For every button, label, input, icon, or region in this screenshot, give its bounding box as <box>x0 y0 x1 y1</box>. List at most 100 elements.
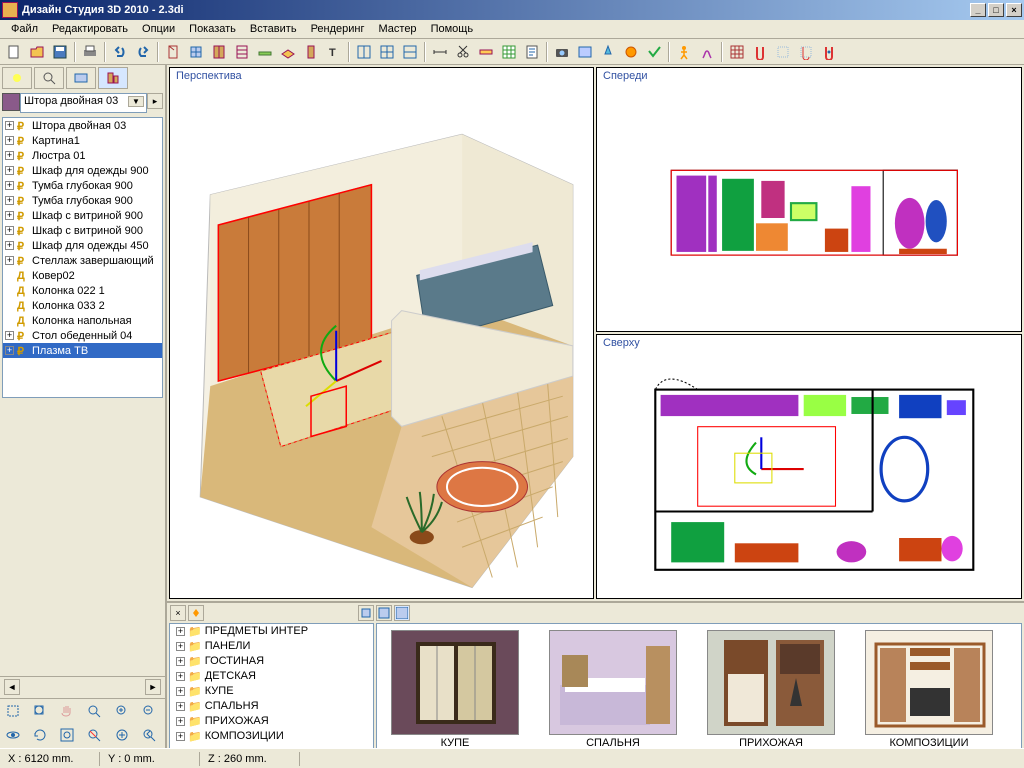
menu-show[interactable]: Показать <box>182 21 243 37</box>
apply-icon[interactable] <box>643 41 665 63</box>
thumb-kupe[interactable]: КУПЕ <box>391 630 519 748</box>
menu-wizard[interactable]: Мастер <box>372 21 424 37</box>
layout3-icon[interactable] <box>399 41 421 63</box>
catalog-folder[interactable]: +📁 ГОСТИНАЯ <box>170 654 373 669</box>
open-icon[interactable] <box>26 41 48 63</box>
viewport-perspective[interactable]: Перспектива <box>169 67 594 599</box>
lp-tab-objects[interactable] <box>98 67 128 89</box>
zoom-all-icon[interactable] <box>110 724 134 746</box>
snap2-icon[interactable] <box>772 41 794 63</box>
tree-item[interactable]: +₽Штора двойная 03 <box>3 118 162 133</box>
catalog-folder[interactable]: +📁 ПАНЕЛИ <box>170 639 373 654</box>
thumb-prihozhaya[interactable]: ПРИХОЖАЯ <box>707 630 835 748</box>
human-icon[interactable] <box>673 41 695 63</box>
tree-item[interactable]: +₽Шкаф для одежды 900 <box>3 163 162 178</box>
zoom-sel-icon[interactable] <box>82 724 106 746</box>
catalog-pin-button[interactable] <box>188 605 204 621</box>
catalog-folder[interactable]: +📁 СПАЛЬНЯ <box>170 699 373 714</box>
zoom-prev-icon[interactable] <box>137 724 161 746</box>
dimension-icon[interactable] <box>429 41 451 63</box>
light-icon[interactable] <box>597 41 619 63</box>
new-icon[interactable] <box>3 41 25 63</box>
tree-item[interactable]: ДКовер02 <box>3 268 162 283</box>
cut-icon[interactable] <box>452 41 474 63</box>
lp-tab-light[interactable] <box>2 67 32 89</box>
menu-edit[interactable]: Редактировать <box>45 21 135 37</box>
door-icon[interactable] <box>162 41 184 63</box>
snap4-icon[interactable] <box>818 41 840 63</box>
pan-icon[interactable] <box>55 700 79 722</box>
zoom-out-icon[interactable] <box>137 700 161 722</box>
nav-left-button[interactable]: ◄ <box>4 679 20 695</box>
zoom-in-icon[interactable] <box>110 700 134 722</box>
catalog-folder[interactable]: +📁 КОМПОЗИЦИИ <box>170 729 373 744</box>
print-icon[interactable] <box>79 41 101 63</box>
catalog-folder[interactable]: +📁 КУПЕ <box>170 684 373 699</box>
tree-item[interactable]: +₽Тумба глубокая 900 <box>3 193 162 208</box>
lp-tab-wall[interactable] <box>66 67 96 89</box>
worktop-icon[interactable] <box>254 41 276 63</box>
menu-insert[interactable]: Вставить <box>243 21 304 37</box>
tree-item[interactable]: ДКолонка 033 2 <box>3 298 162 313</box>
viewport-front[interactable]: Спереди <box>596 67 1022 332</box>
thumb-large-icon[interactable] <box>394 605 410 621</box>
material-swatch[interactable] <box>2 93 20 111</box>
catalog-folder[interactable]: +📁 ПРЕДМЕТЫ ИНТЕР <box>170 624 373 639</box>
thumb-small-icon[interactable] <box>358 605 374 621</box>
material-icon[interactable] <box>620 41 642 63</box>
layout2-icon[interactable] <box>376 41 398 63</box>
tree-item[interactable]: +₽Плазма ТВ <box>3 343 162 358</box>
select-tool-icon[interactable] <box>1 700 25 722</box>
camera-icon[interactable] <box>551 41 573 63</box>
tree-item[interactable]: +₽Картина1 <box>3 133 162 148</box>
viewport-top[interactable]: Сверху <box>596 334 1022 599</box>
tree-item[interactable]: ДКолонка 022 1 <box>3 283 162 298</box>
thumb-spalnya[interactable]: СПАЛЬНЯ <box>549 630 677 748</box>
nav-right-button[interactable]: ► <box>145 679 161 695</box>
catalog-folder[interactable]: +📁 ПРИХОЖАЯ <box>170 714 373 729</box>
tree-item[interactable]: ДКолонка напольная <box>3 313 162 328</box>
menu-help[interactable]: Помощь <box>424 21 481 37</box>
text-icon[interactable]: T <box>323 41 345 63</box>
walk-icon[interactable] <box>696 41 718 63</box>
orbit-icon[interactable] <box>1 724 25 746</box>
close-button[interactable]: × <box>1006 3 1022 17</box>
save-icon[interactable] <box>49 41 71 63</box>
zoom-icon[interactable] <box>82 700 106 722</box>
tree-item[interactable]: +₽Стол обеденный 04 <box>3 328 162 343</box>
report-icon[interactable] <box>521 41 543 63</box>
catalog-tree[interactable]: +📁 ПРЕДМЕТЫ ИНТЕР+📁 ПАНЕЛИ+📁 ГОСТИНАЯ +📁 … <box>169 623 374 748</box>
lp-tab-search[interactable] <box>34 67 64 89</box>
grid-icon[interactable] <box>726 41 748 63</box>
render-icon[interactable] <box>574 41 596 63</box>
select-extra-button[interactable]: ▸ <box>147 93 163 109</box>
menu-render[interactable]: Рендеринг <box>304 21 372 37</box>
thumb-med-icon[interactable] <box>376 605 392 621</box>
tree-item[interactable]: +₽Люстра 01 <box>3 148 162 163</box>
scene-tree[interactable]: +₽Штора двойная 03+₽Картина1+₽Люстра 01+… <box>2 117 163 398</box>
minimize-button[interactable]: _ <box>970 3 986 17</box>
zoom-window-icon[interactable] <box>28 700 52 722</box>
thumb-kompozicii[interactable]: КОМПОЗИЦИИ <box>865 630 993 748</box>
menu-file[interactable]: Файл <box>4 21 45 37</box>
undo-icon[interactable] <box>109 41 131 63</box>
tree-item[interactable]: +₽Шкаф с витриной 900 <box>3 208 162 223</box>
window-icon[interactable] <box>185 41 207 63</box>
tree-item[interactable]: +₽Стеллаж завершающий <box>3 253 162 268</box>
layout1-icon[interactable] <box>353 41 375 63</box>
shelf-icon[interactable] <box>231 41 253 63</box>
snap1-icon[interactable] <box>749 41 771 63</box>
measure-icon[interactable] <box>475 41 497 63</box>
snap3-icon[interactable] <box>795 41 817 63</box>
fit-icon[interactable] <box>55 724 79 746</box>
spreadsheet-icon[interactable] <box>498 41 520 63</box>
tree-item[interactable]: +₽Тумба глубокая 900 <box>3 178 162 193</box>
panel-icon[interactable] <box>300 41 322 63</box>
redo-icon[interactable] <box>132 41 154 63</box>
tree-item[interactable]: +₽Шкаф с витриной 900 <box>3 223 162 238</box>
menu-options[interactable]: Опции <box>135 21 182 37</box>
wardrobe-icon[interactable] <box>208 41 230 63</box>
tree-item[interactable]: +₽Шкаф для одежды 450 <box>3 238 162 253</box>
rotate-icon[interactable] <box>28 724 52 746</box>
object-select[interactable]: Штора двойная 03 <box>20 93 147 113</box>
